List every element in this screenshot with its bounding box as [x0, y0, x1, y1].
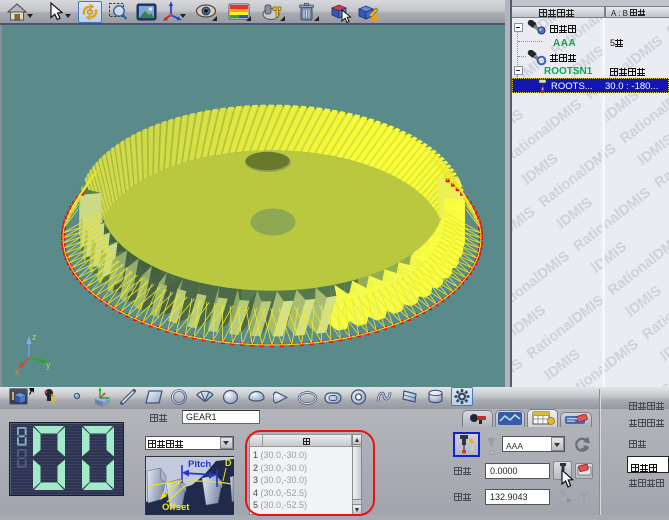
svg-text:y: y — [46, 360, 51, 370]
svg-text:Pitch: Pitch — [188, 459, 211, 470]
svg-text:z: z — [32, 332, 37, 342]
svg-text:Offset: Offset — [162, 502, 190, 513]
svg-text:D: D — [225, 458, 232, 468]
svg-text:x: x — [15, 367, 20, 377]
